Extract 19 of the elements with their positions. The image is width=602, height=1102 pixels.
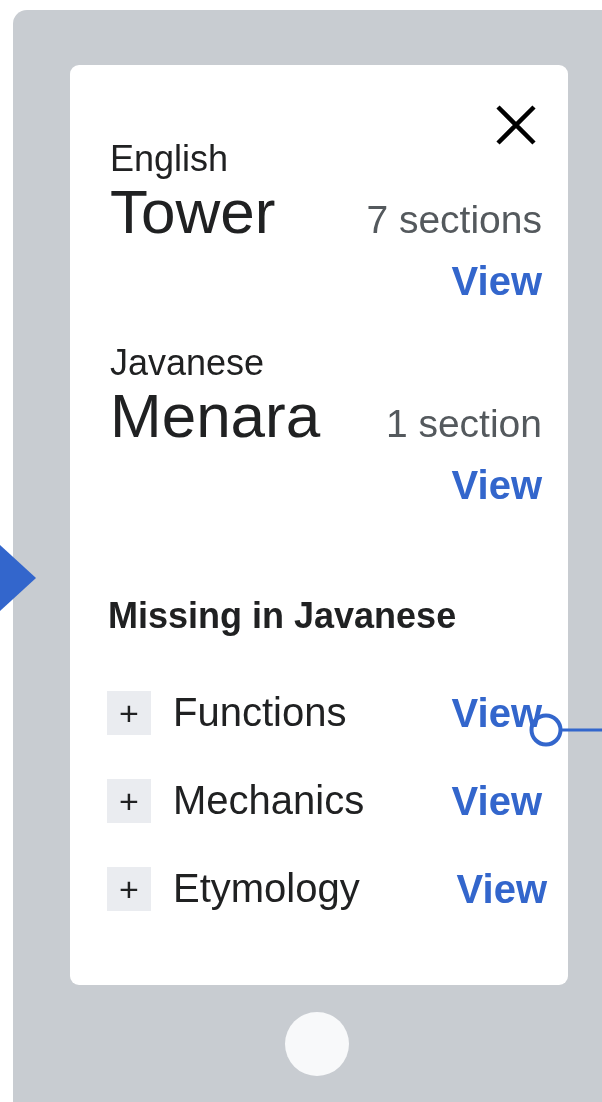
section-heading: Missing in Javanese [108, 595, 458, 637]
section-count: 1 section [385, 402, 542, 446]
expand-button[interactable]: + [107, 778, 151, 823]
view-link[interactable]: View [451, 686, 542, 739]
view-link[interactable]: View [456, 862, 547, 915]
section-name: Mechanics [173, 778, 366, 823]
expand-button[interactable]: + [107, 866, 151, 911]
view-link[interactable]: View [451, 459, 542, 511]
section-count: 7 sections [366, 198, 542, 242]
expand-button[interactable]: + [107, 690, 151, 735]
article-title: Menara [110, 383, 321, 449]
view-link[interactable]: View [451, 774, 542, 827]
language-name: English [110, 139, 230, 179]
section-name: Etymology [173, 866, 361, 911]
language-name: Javanese [110, 343, 266, 383]
triangle-icon [0, 545, 36, 611]
section-name: Functions [173, 690, 348, 735]
article-title: Tower [110, 179, 276, 245]
view-link[interactable]: View [451, 255, 542, 307]
